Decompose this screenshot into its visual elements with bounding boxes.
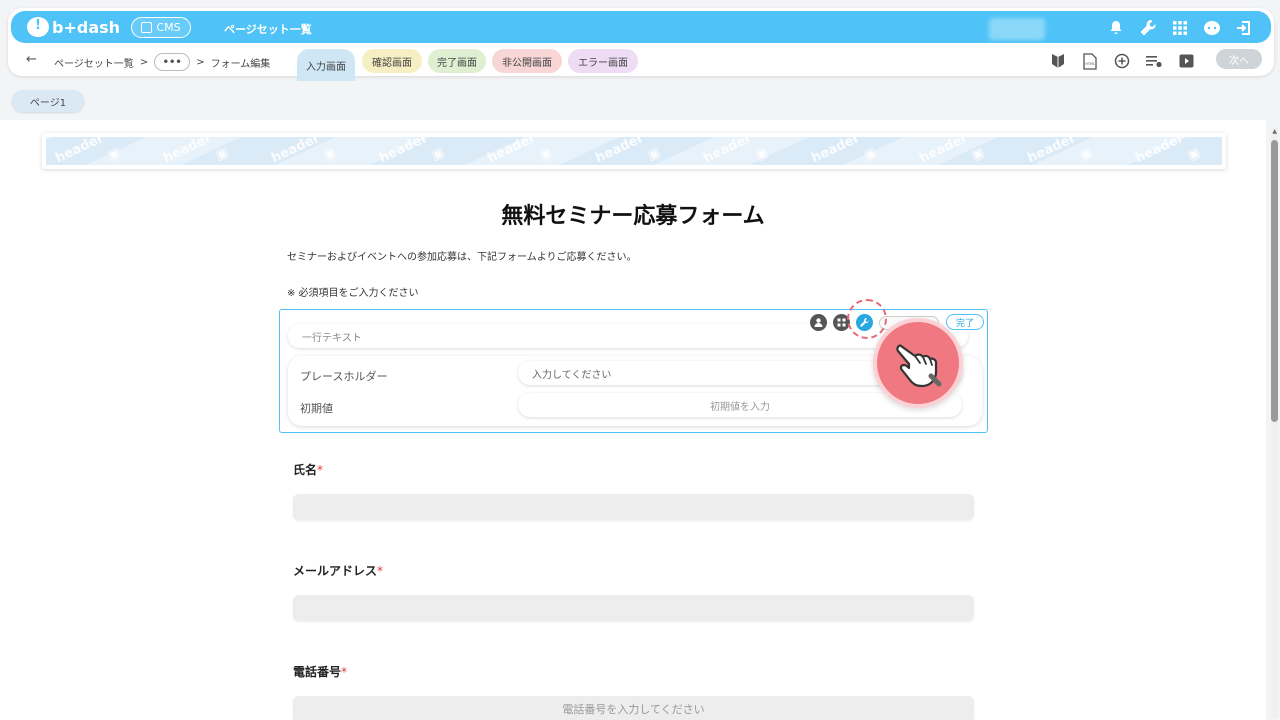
tab-label: 完了画面 [437, 57, 477, 69]
field-label-phone: 電話番号* [293, 663, 347, 680]
scrollbar-thumb[interactable] [1271, 140, 1278, 422]
preview-play-icon[interactable] [1176, 52, 1196, 70]
header-watermark-word: header [1025, 137, 1079, 165]
email-input[interactable] [293, 595, 974, 621]
page-tab-1[interactable]: ページ1 [12, 90, 84, 112]
scroll-up-arrow-icon[interactable]: ▲ [1272, 128, 1277, 135]
bdash-logo[interactable]: b+dash [27, 17, 120, 37]
header-watermark-word: header [269, 137, 323, 165]
breadcrumb: ページセット一覧 > ••• > フォーム編集 [54, 53, 270, 71]
top-title[interactable]: ページセット一覧 [224, 21, 312, 37]
form-description: セミナーおよびイベントへの参加応募は、下記フォームよりご応募ください。 [287, 252, 637, 263]
header-banner[interactable]: header ▣ header ▣ header ▣ header ▣ header ▣ heade… [42, 133, 1226, 169]
back-arrow-icon[interactable]: ← [26, 52, 37, 67]
header-watermark-word: ▣ [1077, 145, 1095, 164]
done-button[interactable]: 完了 [946, 314, 984, 330]
header-watermark-word: header [809, 137, 863, 165]
svg-text:HTML: HTML [1085, 62, 1095, 66]
required-mark: * [341, 665, 348, 679]
header-watermark-word: ▣ [213, 145, 231, 164]
header-watermark-word: ▣ [537, 145, 555, 164]
edit-icon [141, 22, 153, 33]
tab-complete-screen[interactable]: 完了画面 [428, 49, 486, 73]
breadcrumb-page-set-list[interactable]: ページセット一覧 [54, 55, 134, 70]
tab-input-screen[interactable]: 入力画面 [297, 49, 355, 81]
header-watermark-word: ▣ [645, 145, 663, 164]
tab-label: 確認画面 [372, 57, 412, 69]
tab-label: 非公開画面 [502, 57, 552, 69]
field-label-text: 電話番号 [293, 665, 342, 679]
wrench-icon[interactable] [1137, 17, 1159, 39]
header-watermark-word: ▣ [429, 145, 447, 164]
breadcrumb-more-button[interactable]: ••• [154, 53, 191, 71]
cms-label: CMS [156, 21, 181, 34]
apps-grid-icon[interactable] [1169, 17, 1191, 39]
required-mark: * [317, 463, 324, 477]
field-label-text: メールアドレス [293, 564, 378, 578]
required-mark: * [377, 564, 384, 578]
breadcrumb-form-edit: フォーム編集 [210, 58, 271, 70]
header-watermark-word: header [53, 137, 107, 165]
header-watermark-word: header [701, 137, 755, 165]
cms-button[interactable]: CMS [131, 17, 191, 38]
logout-icon[interactable] [1233, 17, 1255, 39]
top-bar-header: b+dash CMS ページセット一覧 [11, 11, 1271, 43]
name-input[interactable] [293, 494, 974, 520]
support-icon[interactable] [1201, 17, 1223, 39]
next-button[interactable]: 次へ [1216, 49, 1262, 69]
initial-value-label: 初期値 [300, 402, 333, 415]
header-watermark-word: ▣ [753, 145, 771, 164]
breadcrumb-separator: > [139, 56, 149, 68]
breadcrumb-separator: > [196, 56, 205, 68]
header-watermark-word: ▣ [969, 145, 987, 164]
list-settings-icon[interactable] [1144, 52, 1164, 70]
beginner-mark-icon[interactable] [1048, 52, 1068, 70]
header-watermark-word: header [1133, 137, 1187, 165]
logo-text: b+dash [52, 17, 121, 37]
tab-label: エラー画面 [578, 57, 628, 69]
add-circle-icon[interactable] [1112, 52, 1132, 70]
field-label-name: 氏名* [293, 461, 323, 478]
phone-input[interactable]: 電話番号を入力してください [293, 696, 974, 720]
form-title: 無料セミナー応募フォーム [501, 204, 765, 229]
tab-confirm-screen[interactable]: 確認画面 [362, 49, 422, 73]
header-watermark-word: header [593, 137, 647, 165]
vertical-scrollbar[interactable] [1271, 128, 1278, 718]
required-note: ※ 必須項目をご入力ください [287, 288, 419, 299]
field-label-email: メールアドレス* [293, 562, 383, 579]
user-info-blurred[interactable] [989, 18, 1045, 40]
field-label-text: 氏名 [293, 463, 318, 477]
tab-label: 入力画面 [306, 61, 346, 73]
tab-error-screen[interactable]: エラー画面 [568, 49, 638, 73]
header-watermark-word: ▣ [105, 145, 123, 164]
logo-bubble-icon [27, 17, 49, 37]
pointer-hand-icon [873, 318, 963, 408]
header-watermark-word: ▣ [321, 145, 339, 164]
header-watermark-word: header [377, 137, 431, 165]
header-watermark-word: header [161, 137, 215, 165]
header-watermark-word: header [917, 137, 971, 165]
top-bar: b+dash CMS ページセット一覧 ← ページ [8, 8, 1274, 81]
tab-private-screen[interactable]: 非公開画面 [492, 49, 562, 73]
bell-icon[interactable] [1105, 17, 1127, 39]
header-watermark-word: ▣ [861, 145, 879, 164]
user-icon[interactable] [810, 314, 827, 331]
header-watermark-word: header [485, 137, 539, 165]
highlight-ring [847, 299, 887, 339]
header-watermark-word: ▣ [1185, 145, 1203, 164]
header-banner-pattern: header ▣ header ▣ header ▣ header ▣ header ▣ heade… [46, 137, 1222, 165]
placeholder-label: プレースホルダー [300, 370, 388, 383]
html-file-icon[interactable]: HTML [1080, 52, 1100, 70]
